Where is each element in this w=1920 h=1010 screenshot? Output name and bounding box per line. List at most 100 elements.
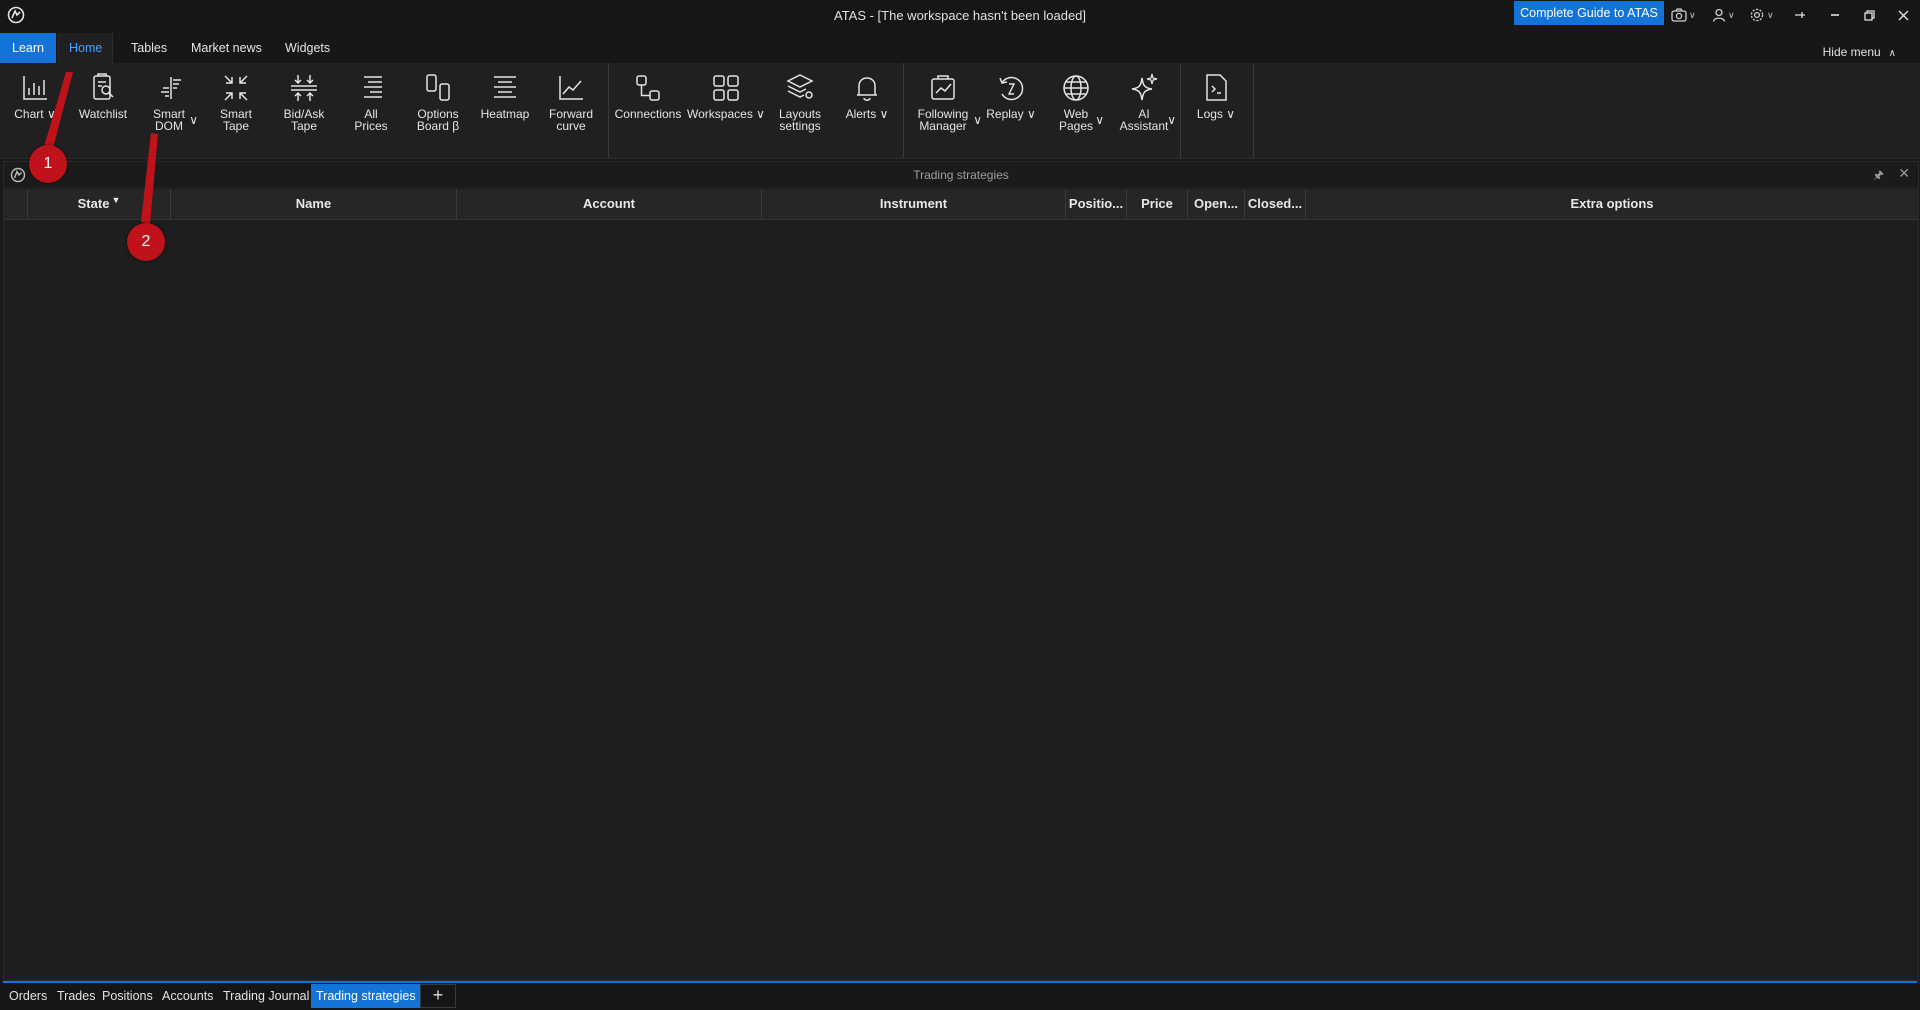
- chevron-down-icon: ∨: [46, 107, 56, 121]
- ribbon-layouts-settings-button[interactable]: Layouts settings: [772, 67, 828, 155]
- ribbon-watchlist-button[interactable]: Watchlist: [74, 67, 132, 155]
- chevron-down-icon: ∨: [1095, 113, 1104, 127]
- layouts-settings-icon: [786, 74, 814, 99]
- column-state-label: State: [77, 196, 110, 211]
- column-header-state[interactable]: State ▼: [28, 189, 171, 219]
- tab-tables[interactable]: Tables: [121, 33, 177, 63]
- ribbon-chart-button[interactable]: Chart ∨: [8, 67, 62, 155]
- chart-icon: [23, 76, 47, 100]
- account-menu[interactable]: ∨: [1712, 5, 1735, 25]
- column-header-open[interactable]: Open...: [1188, 189, 1245, 219]
- restore-icon: [1863, 9, 1875, 21]
- ribbon-chart-label: Chart: [14, 107, 44, 121]
- filter-icon[interactable]: ▼: [111, 195, 120, 205]
- ribbon-bid-ask-tape-label: Bid/Ask Tape: [283, 107, 325, 133]
- bottom-tab-trading-strategies[interactable]: Trading strategies: [311, 984, 421, 1008]
- settings-menu[interactable]: ∨: [1749, 5, 1774, 25]
- callout-marker-1: 1: [29, 145, 67, 183]
- pin-window-button[interactable]: [1787, 3, 1813, 27]
- bottom-tab-accounts[interactable]: Accounts: [157, 984, 218, 1008]
- column-header-closed[interactable]: Closed...: [1245, 189, 1306, 219]
- tab-widgets[interactable]: Widgets: [275, 33, 340, 63]
- replay-icon: [999, 76, 1024, 101]
- options-board-icon: [426, 74, 450, 101]
- hide-menu-button[interactable]: Hide menu ∧: [1823, 45, 1896, 59]
- chevron-down-icon: ∨: [879, 107, 889, 121]
- ribbon-web-pages-label: Web Pages: [1058, 107, 1094, 133]
- ribbon-forward-curve-button[interactable]: Forward curve: [544, 67, 598, 155]
- ribbon-smart-dom-button[interactable]: Smart DOM ∨: [142, 67, 198, 155]
- bottom-tab-trading-journal[interactable]: Trading Journal: [218, 984, 314, 1008]
- ribbon-logs-button[interactable]: Logs ∨: [1186, 67, 1246, 155]
- ribbon-connections-button[interactable]: Connections: [614, 67, 682, 155]
- row-selector-column: [4, 189, 28, 219]
- bid-ask-tape-icon: [291, 75, 317, 101]
- column-header-extra-options[interactable]: Extra options: [1306, 189, 1918, 219]
- forward-curve-icon: [559, 76, 583, 100]
- ribbon-ai-assistant-button[interactable]: AI Assistant ∨: [1112, 67, 1176, 155]
- ribbon-smart-tape-label: Smart Tape: [219, 107, 252, 133]
- bell-icon: [857, 77, 877, 101]
- ribbon-heatmap-label: Heatmap: [480, 107, 530, 121]
- chevron-down-icon: ∨: [1167, 113, 1176, 127]
- close-window-button[interactable]: [1890, 3, 1916, 27]
- ribbon-heatmap-button[interactable]: Heatmap: [478, 67, 532, 155]
- title-bar: ATAS - [The workspace hasn't been loaded…: [0, 0, 1920, 30]
- ribbon-separator: [1180, 63, 1181, 158]
- chevron-down-icon: ∨: [973, 113, 982, 127]
- ribbon-toolbar: Chart ∨ Watchlist Smart DOM ∨ Smart Tape B…: [0, 63, 1920, 159]
- ribbon-options-board-button[interactable]: Options Board β: [410, 67, 466, 155]
- ribbon-web-pages-button[interactable]: Web Pages ∨: [1048, 67, 1104, 155]
- pin-icon: [1795, 12, 1805, 18]
- ribbon-bid-ask-tape-button[interactable]: Bid/Ask Tape: [276, 67, 332, 155]
- ribbon-alerts-button[interactable]: Alerts ∨: [838, 67, 896, 155]
- ribbon-following-manager-button[interactable]: Following Manager ∨: [908, 67, 982, 155]
- column-header-account[interactable]: Account: [457, 189, 762, 219]
- ribbon-options-board-label: Options Board β: [416, 107, 460, 133]
- smart-tape-icon: [224, 75, 248, 101]
- following-manager-icon: [931, 75, 955, 100]
- logs-icon: [1206, 74, 1227, 101]
- ribbon-replay-label: Replay: [986, 107, 1024, 121]
- complete-guide-button[interactable]: Complete Guide to ATAS: [1514, 1, 1664, 25]
- bottom-tab-trades[interactable]: Trades: [52, 984, 100, 1008]
- table-header: State ▼ Name Account Instrument Positio..…: [4, 189, 1918, 220]
- restore-button[interactable]: [1856, 3, 1882, 27]
- globe-icon: [1063, 75, 1089, 101]
- ribbon-workspaces-button[interactable]: Workspaces ∨: [686, 67, 766, 155]
- chevron-down-icon: ∨: [1689, 9, 1696, 20]
- user-icon: [1712, 8, 1726, 22]
- menu-bar: Learn Home Tables Market news Widgets Hi…: [0, 30, 1920, 63]
- screenshot-menu[interactable]: ∨: [1671, 5, 1696, 25]
- ribbon-all-prices-button[interactable]: All Prices: [344, 67, 398, 155]
- add-tab-button[interactable]: +: [420, 984, 456, 1008]
- panel-title: Trading strategies: [913, 168, 1009, 182]
- close-icon[interactable]: ✕: [1898, 165, 1910, 182]
- chevron-down-icon: ∨: [756, 107, 765, 121]
- watchlist-icon: [93, 73, 114, 100]
- bottom-tab-positions[interactable]: Positions: [97, 984, 158, 1008]
- ribbon-layouts-settings-label: Layouts settings: [778, 107, 822, 133]
- tab-learn[interactable]: Learn: [0, 33, 56, 63]
- minimize-icon: [1831, 14, 1839, 16]
- bottom-tab-orders[interactable]: Orders: [4, 984, 52, 1008]
- ribbon-logs-label: Logs: [1196, 107, 1223, 121]
- tab-home[interactable]: Home: [58, 33, 114, 63]
- ribbon-alerts-label: Alerts: [845, 107, 877, 121]
- minimize-button[interactable]: [1822, 3, 1848, 27]
- camera-icon: [1671, 8, 1687, 22]
- column-header-name[interactable]: Name: [171, 189, 457, 219]
- ribbon-forward-curve-label: Forward curve: [548, 107, 593, 133]
- pin-icon[interactable]: 🖈: [1873, 166, 1884, 187]
- chevron-down-icon: ∨: [1226, 107, 1236, 121]
- column-header-price[interactable]: Price: [1127, 189, 1188, 219]
- ribbon-smart-tape-button[interactable]: Smart Tape: [210, 67, 262, 155]
- tab-market-news[interactable]: Market news: [181, 33, 272, 63]
- column-header-position[interactable]: Positio...: [1066, 189, 1127, 219]
- column-header-instrument[interactable]: Instrument: [762, 189, 1066, 219]
- hide-menu-label: Hide menu: [1822, 45, 1881, 59]
- panel-header: Trading strategies 🖈 ✕: [4, 162, 1918, 187]
- chevron-down-icon: ∨: [1728, 9, 1735, 20]
- ribbon-replay-button[interactable]: Replay ∨: [982, 67, 1040, 155]
- trading-strategies-panel: Trading strategies 🖈 ✕ State ▼ Name Accou…: [3, 161, 1919, 981]
